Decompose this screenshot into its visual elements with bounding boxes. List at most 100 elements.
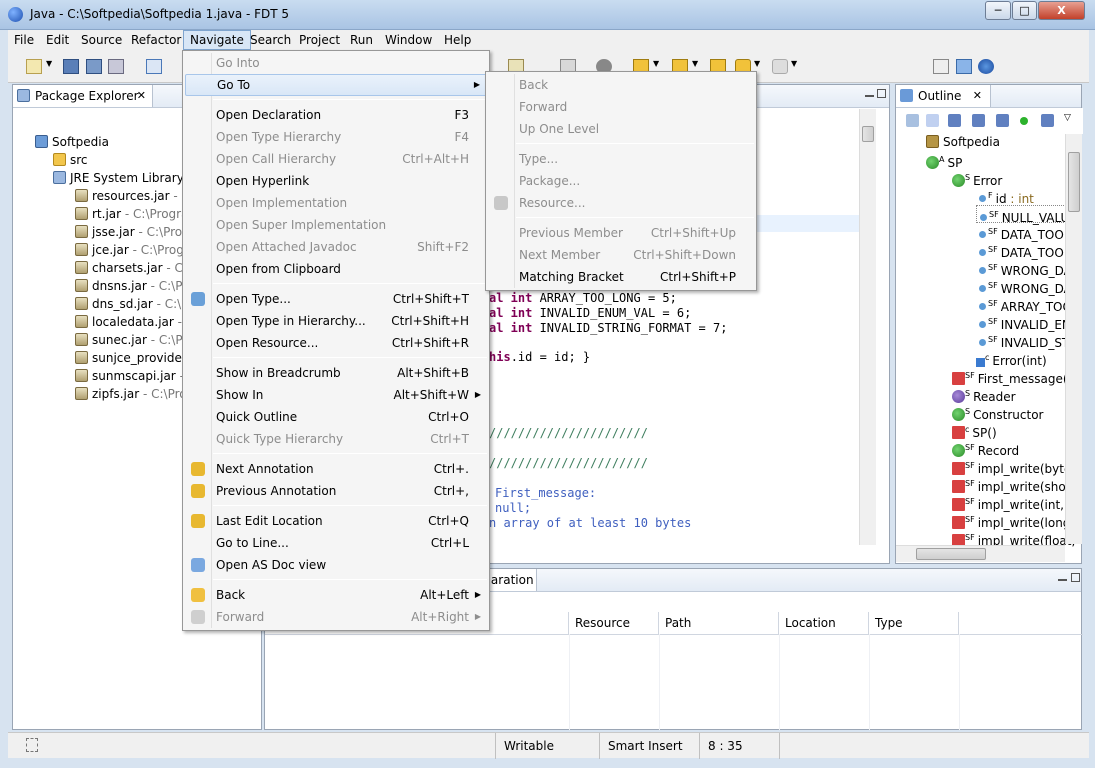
outline-hscroll-thumb[interactable] bbox=[916, 548, 986, 560]
chevron-down-icon[interactable]: ▽ bbox=[1064, 113, 1071, 123]
outline-item[interactable]: SF DATA_TOO bbox=[976, 223, 1064, 242]
outline-item[interactable]: A SP bbox=[926, 151, 962, 170]
tree-item[interactable]: dns_sd.jar - C:\P bbox=[75, 295, 188, 313]
hide-local-types-icon[interactable] bbox=[1041, 114, 1054, 127]
tree-item[interactable]: zipfs.jar - C:\Pro bbox=[75, 385, 187, 403]
minimize-view-icon[interactable] bbox=[865, 95, 874, 97]
chevron-down-icon[interactable]: ▼ bbox=[46, 59, 54, 74]
outline-item[interactable]: SF INVALID_ST bbox=[976, 331, 1069, 350]
column-header-type[interactable]: Type bbox=[869, 612, 959, 634]
close-button[interactable]: X bbox=[1038, 1, 1085, 20]
menu-project[interactable]: Project bbox=[293, 30, 346, 50]
tree-item[interactable]: localedata.jar - C bbox=[75, 313, 194, 331]
outline-item[interactable]: SF First_message(by bbox=[952, 367, 1082, 386]
menu-item[interactable]: Open Type... Ctrl+Shift+T bbox=[185, 288, 487, 310]
maximize-view-icon[interactable] bbox=[877, 89, 886, 98]
outline-item[interactable]: c Error(int) bbox=[976, 349, 1047, 368]
tree-item[interactable]: dnsns.jar - C:\Pr bbox=[75, 277, 187, 295]
tab-outline[interactable]: Outline ✕ bbox=[896, 85, 991, 107]
outline-item[interactable]: SF impl_write(byte, bbox=[952, 457, 1075, 476]
forward-arrow-icon[interactable] bbox=[772, 59, 788, 74]
tree-item[interactable]: jce.jar - C:\Progr bbox=[75, 241, 189, 259]
menu-item[interactable]: Last Edit Location Ctrl+Q bbox=[185, 510, 487, 532]
menu-run[interactable]: Run bbox=[344, 30, 379, 50]
menu-item[interactable]: Open Hyperlink bbox=[185, 170, 487, 192]
menu-item[interactable]: Open Attached Javadoc Shift+F2 bbox=[185, 236, 487, 258]
tree-item[interactable]: Softpedia bbox=[35, 133, 109, 151]
outline-item[interactable]: SF ARRAY_TOO bbox=[976, 295, 1072, 314]
tree-item[interactable]: sunjce_provider. bbox=[75, 349, 190, 367]
menu-source[interactable]: Source bbox=[75, 30, 128, 50]
maximize-view-icon[interactable] bbox=[1071, 573, 1080, 582]
outline-item[interactable]: S Error bbox=[952, 169, 1002, 188]
outline-item[interactable]: SF Record bbox=[952, 439, 1019, 458]
tree-item[interactable]: JRE System Library [ bbox=[53, 169, 192, 187]
public-filter-icon[interactable] bbox=[1020, 117, 1028, 125]
menu-item[interactable]: Open AS Doc view bbox=[185, 554, 487, 576]
column-header-location[interactable]: Location bbox=[779, 612, 869, 634]
outline-item[interactable]: SF WRONG_DA bbox=[976, 259, 1072, 278]
menu-window[interactable]: Window bbox=[379, 30, 438, 50]
chevron-down-icon[interactable]: ▼ bbox=[791, 59, 799, 74]
menu-item[interactable]: Next Member Ctrl+Shift+Down bbox=[488, 244, 754, 266]
column-header-path[interactable]: Path bbox=[659, 612, 779, 634]
menu-item[interactable]: Forward Alt+Right ▶ bbox=[185, 606, 487, 628]
editor-scrollbar[interactable] bbox=[859, 109, 876, 545]
open-perspective-icon[interactable] bbox=[933, 59, 949, 74]
menu-item[interactable]: Quick Type Hierarchy Ctrl+T bbox=[185, 428, 487, 450]
menu-item[interactable]: Next Annotation Ctrl+. bbox=[185, 458, 487, 480]
menu-item[interactable]: Go To ▶ bbox=[185, 74, 487, 96]
outline-hscrollbar[interactable] bbox=[896, 545, 1065, 562]
menu-item[interactable]: Go Into bbox=[185, 52, 487, 74]
tree-item[interactable]: charsets.jar - C:\ bbox=[75, 259, 191, 277]
hide-fields-icon[interactable] bbox=[948, 114, 961, 127]
code-line[interactable]: al int INVALID_ENUM_VAL = 6; bbox=[489, 306, 691, 320]
close-icon[interactable]: ✕ bbox=[973, 85, 982, 107]
outline-item[interactable]: SF INVALID_EN bbox=[976, 313, 1071, 332]
menu-edit[interactable]: Edit bbox=[40, 30, 75, 50]
menu-item[interactable]: Show In Alt+Shift+W ▶ bbox=[185, 384, 487, 406]
minimize-button[interactable]: ─ bbox=[985, 1, 1011, 20]
outline-item[interactable]: S Constructor bbox=[952, 403, 1043, 422]
code-comment[interactable]: ////////////////////// bbox=[489, 456, 648, 470]
asdoc-icon[interactable] bbox=[146, 59, 162, 74]
menu-help[interactable]: Help bbox=[438, 30, 477, 50]
code-comment[interactable]: null; bbox=[495, 501, 531, 515]
print-icon[interactable] bbox=[108, 59, 124, 74]
minimize-view-icon[interactable] bbox=[1058, 579, 1067, 581]
outline-item[interactable]: SF impl_write(short bbox=[952, 475, 1075, 494]
column-header-resource[interactable]: Resource bbox=[569, 612, 659, 634]
outline-item[interactable]: c SP() bbox=[952, 421, 997, 440]
outline-item[interactable]: SF NULL_VALU bbox=[976, 205, 1071, 225]
menu-item[interactable]: Open Type in Hierarchy... Ctrl+Shift+H bbox=[185, 310, 487, 332]
tree-item[interactable]: sunmscapi.jar - ( bbox=[75, 367, 192, 385]
outline-item[interactable]: SF WRONG_DA bbox=[976, 277, 1072, 296]
outline-item[interactable]: Fid : int bbox=[976, 187, 1034, 206]
menu-search[interactable]: Search bbox=[244, 30, 297, 50]
menu-item[interactable]: Resource... bbox=[488, 192, 754, 214]
menu-item[interactable]: Forward bbox=[488, 96, 754, 118]
fast-view-icon[interactable] bbox=[26, 738, 38, 752]
code-line[interactable]: al int INVALID_STRING_FORMAT = 7; bbox=[489, 321, 727, 335]
menu-file[interactable]: File bbox=[8, 30, 40, 50]
outline-scrollbar[interactable] bbox=[1065, 134, 1082, 544]
code-line[interactable]: his.id = id; } bbox=[489, 350, 590, 364]
outline-scroll-thumb[interactable] bbox=[1068, 152, 1080, 212]
java-perspective-icon[interactable] bbox=[956, 59, 972, 74]
editor-scroll-thumb[interactable] bbox=[862, 126, 874, 142]
tree-item[interactable]: jsse.jar - C:\Prog bbox=[75, 223, 190, 241]
close-icon[interactable]: ✕ bbox=[137, 85, 146, 107]
hide-static-icon[interactable] bbox=[972, 114, 985, 127]
outline-item[interactable]: Softpedia bbox=[926, 133, 1000, 151]
maximize-button[interactable]: □ bbox=[1012, 1, 1037, 20]
new-file-icon[interactable] bbox=[26, 59, 42, 74]
menu-item[interactable]: Previous Member Ctrl+Shift+Up bbox=[488, 222, 754, 244]
menu-item[interactable]: Open Resource... Ctrl+Shift+R bbox=[185, 332, 487, 354]
tree-item[interactable]: rt.jar - C:\Progra bbox=[75, 205, 188, 223]
outline-item[interactable]: SF DATA_TOO bbox=[976, 241, 1064, 260]
menu-item[interactable]: Up One Level bbox=[488, 118, 754, 140]
menu-item[interactable]: Back bbox=[488, 74, 754, 96]
outline-item[interactable]: SF impl_write(int, b bbox=[952, 493, 1075, 512]
menu-item[interactable]: Open from Clipboard bbox=[185, 258, 487, 280]
menu-item[interactable]: Back Alt+Left ▶ bbox=[185, 584, 487, 606]
